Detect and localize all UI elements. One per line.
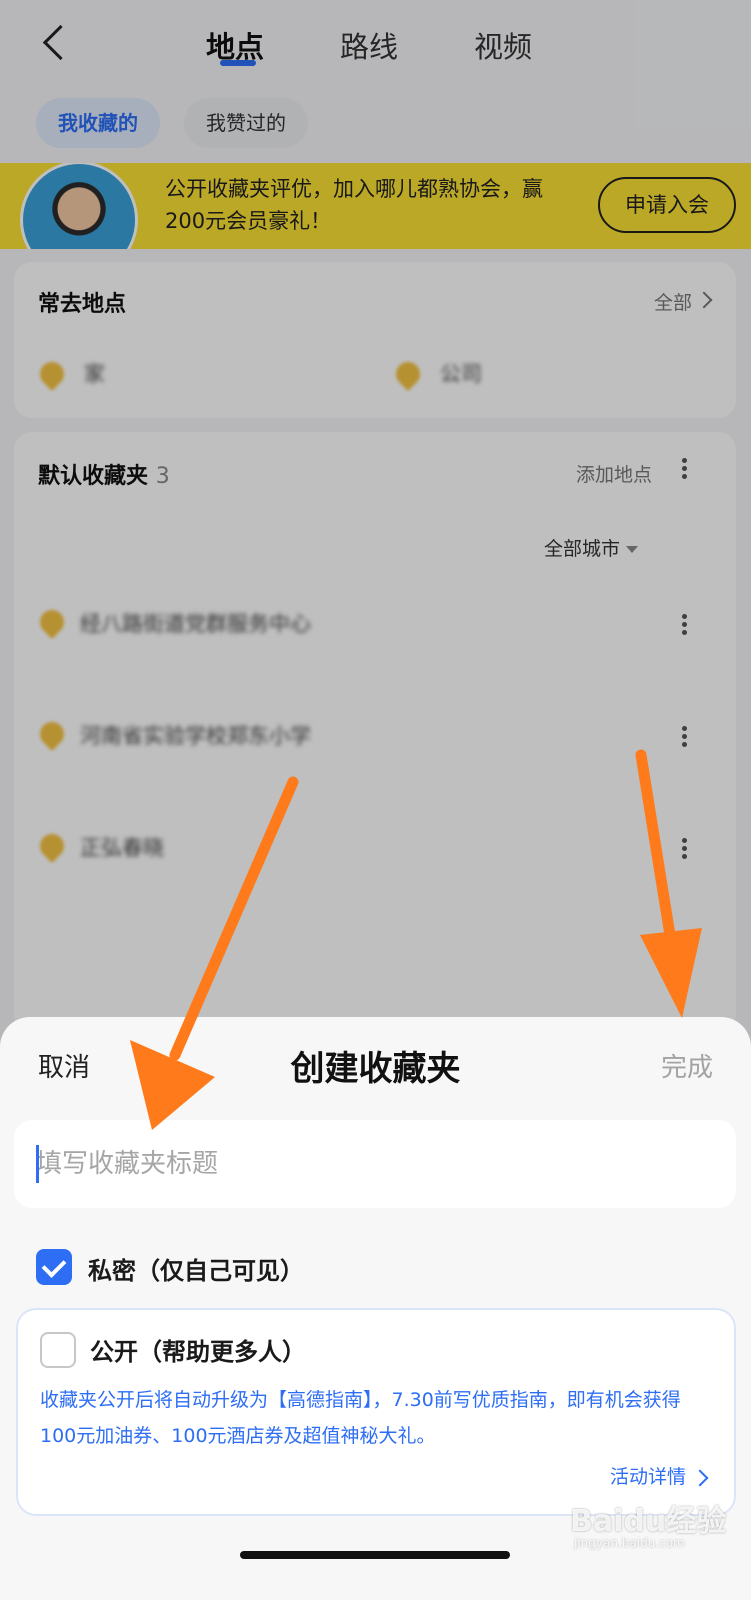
public-label: 公开（帮助更多人） (90, 1338, 306, 1366)
folder-title-input[interactable] (14, 1120, 736, 1208)
private-label: 私密（仅自己可见） (88, 1257, 304, 1285)
sheet-title: 创建收藏夹 (290, 1049, 461, 1089)
home-indicator[interactable] (240, 1551, 510, 1559)
text-cursor (36, 1145, 39, 1183)
public-option-card[interactable]: 公开（帮助更多人） 收藏夹公开后将自动升级为【高德指南】，7.30前写优质指南，… (16, 1308, 736, 1516)
watermark-url: jingyan.baidu.com (574, 1536, 685, 1550)
activity-details-link[interactable]: 活动详情 (610, 1462, 706, 1489)
public-description: 收藏夹公开后将自动升级为【高德指南】，7.30前写优质指南，即有机会获得100元… (40, 1389, 681, 1447)
private-checkbox[interactable] (36, 1249, 72, 1285)
cancel-button[interactable]: 取消 (38, 1047, 90, 1084)
done-button[interactable]: 完成 (661, 1047, 713, 1084)
public-checkbox[interactable] (40, 1332, 76, 1368)
watermark-logo: Baidu经验 (570, 1504, 727, 1539)
